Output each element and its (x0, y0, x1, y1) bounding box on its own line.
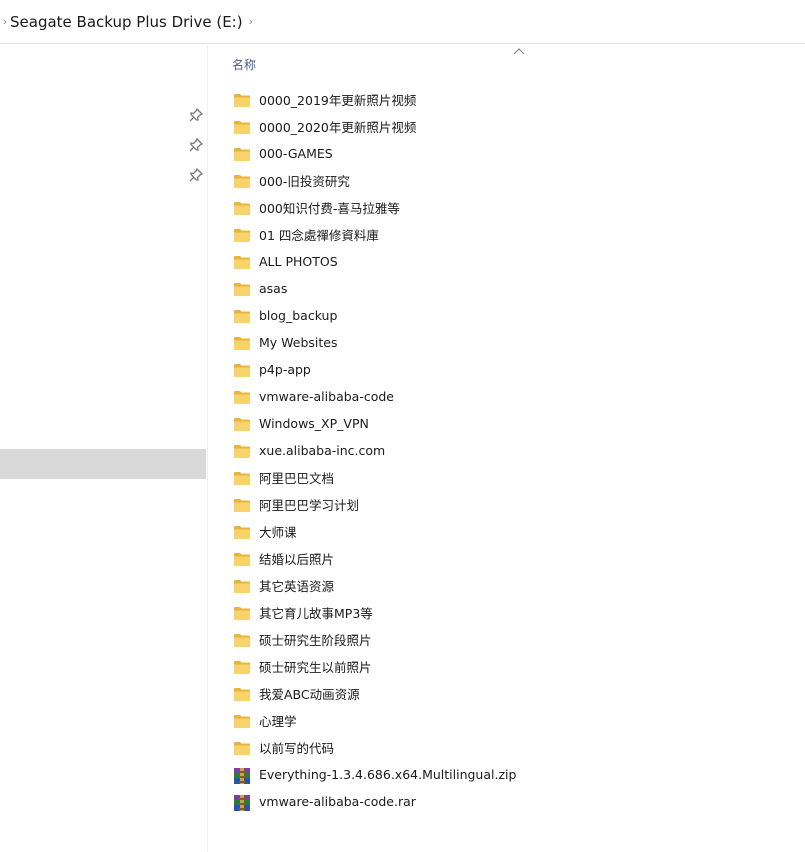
folder-icon (233, 389, 251, 405)
item-name: asas (259, 281, 288, 296)
address-bar[interactable]: › Seagate Backup Plus Drive (E:) › (0, 0, 805, 44)
folder-item[interactable]: 结婚以后照片 (233, 545, 793, 572)
item-name: 结婚以后照片 (259, 552, 335, 567)
folder-item[interactable]: asas (233, 275, 793, 302)
item-name: ALL PHOTOS (259, 254, 338, 269)
archive-file-item[interactable]: Everything-1.3.4.686.x64.Multilingual.zi… (233, 761, 793, 788)
folder-item[interactable]: 大师课 (233, 518, 793, 545)
file-list: 0000_2019年更新照片视频 0000_2020年更新照片视频 000-GAME… (233, 86, 793, 815)
item-name: 大师课 (259, 525, 297, 540)
folder-icon (233, 686, 251, 702)
folder-item[interactable]: Windows_XP_VPN (233, 410, 793, 437)
folder-item[interactable]: My Websites (233, 329, 793, 356)
column-header-name[interactable]: 名称 (232, 56, 256, 73)
file-list-pane: 名称 0000_2019年更新照片视频 0000_2020年更新照片视频 000-G… (208, 45, 805, 852)
pin-icon[interactable] (188, 137, 204, 153)
item-name: vmware-alibaba-code (259, 389, 394, 404)
sort-ascending-icon[interactable] (513, 47, 525, 55)
folder-icon (233, 524, 251, 540)
breadcrumb-chevron-icon[interactable]: › (0, 15, 10, 28)
folder-item[interactable]: 其它育儿故事MP3等 (233, 599, 793, 626)
item-name: 000知识付费-喜马拉雅等 (259, 201, 400, 216)
folder-icon (233, 416, 251, 432)
folder-icon (233, 173, 251, 189)
folder-icon (233, 632, 251, 648)
item-name: 硕士研究生阶段照片 (259, 633, 372, 648)
folder-item[interactable]: ALL PHOTOS (233, 248, 793, 275)
breadcrumb-expand-chevron-icon[interactable]: › (249, 15, 253, 28)
folder-icon (233, 119, 251, 135)
folder-icon (233, 497, 251, 513)
folder-item[interactable]: 阿里巴巴学习计划 (233, 491, 793, 518)
folder-icon (233, 551, 251, 567)
folder-icon (233, 254, 251, 270)
archive-file-item[interactable]: vmware-alibaba-code.rar (233, 788, 793, 815)
item-name: 000-GAMES (259, 146, 333, 161)
folder-icon (233, 443, 251, 459)
item-name: Windows_XP_VPN (259, 416, 369, 431)
nav-selected-item[interactable] (0, 449, 206, 479)
item-name: 其它英语资源 (259, 579, 335, 594)
item-name: 000-旧投资研究 (259, 174, 350, 189)
item-name: My Websites (259, 335, 338, 350)
item-name: p4p-app (259, 362, 311, 377)
folder-item[interactable]: 0000_2019年更新照片视频 (233, 86, 793, 113)
item-name: vmware-alibaba-code.rar (259, 794, 416, 809)
archive-icon (233, 794, 251, 811)
folder-icon (233, 659, 251, 675)
item-name: 心理学 (259, 714, 297, 729)
folder-item[interactable]: 其它英语资源 (233, 572, 793, 599)
folder-icon (233, 281, 251, 297)
folder-icon (233, 362, 251, 378)
folder-icon (233, 740, 251, 756)
folder-item[interactable]: 心理学 (233, 707, 793, 734)
folder-item[interactable]: 硕士研究生阶段照片 (233, 626, 793, 653)
folder-item[interactable]: vmware-alibaba-code (233, 383, 793, 410)
folder-icon (233, 200, 251, 216)
folder-icon (233, 92, 251, 108)
folder-item[interactable]: 阿里巴巴文档 (233, 464, 793, 491)
folder-icon (233, 227, 251, 243)
item-name: xue.alibaba-inc.com (259, 443, 386, 458)
item-name: 0000_2019年更新照片视频 (259, 93, 417, 108)
archive-icon (233, 767, 251, 784)
item-name: 01 四念處禪修資料庫 (259, 228, 379, 243)
folder-icon (233, 146, 251, 162)
pin-icon[interactable] (188, 107, 204, 123)
breadcrumb-location[interactable]: Seagate Backup Plus Drive (E:) (10, 13, 247, 31)
pin-icon[interactable] (188, 167, 204, 183)
folder-item[interactable]: 000知识付费-喜马拉雅等 (233, 194, 793, 221)
folder-item[interactable]: 我爱ABC动画资源 (233, 680, 793, 707)
folder-icon (233, 470, 251, 486)
folder-item[interactable]: 01 四念處禪修資料庫 (233, 221, 793, 248)
item-name: 0000_2020年更新照片视频 (259, 120, 417, 135)
folder-icon (233, 335, 251, 351)
folder-item[interactable]: 硕士研究生以前照片 (233, 653, 793, 680)
item-name: 其它育儿故事MP3等 (259, 606, 373, 621)
item-name: 以前写的代码 (259, 741, 335, 756)
folder-item[interactable]: blog_backup (233, 302, 793, 329)
folder-item[interactable]: 0000_2020年更新照片视频 (233, 113, 793, 140)
folder-item[interactable]: 以前写的代码 (233, 734, 793, 761)
folder-item[interactable]: 000-旧投资研究 (233, 167, 793, 194)
item-name: 阿里巴巴学习计划 (259, 498, 360, 513)
folder-item[interactable]: p4p-app (233, 356, 793, 383)
item-name: Everything-1.3.4.686.x64.Multilingual.zi… (259, 767, 517, 782)
item-name: 我爱ABC动画资源 (259, 687, 360, 702)
folder-icon (233, 308, 251, 324)
folder-icon (233, 605, 251, 621)
item-name: 阿里巴巴文档 (259, 471, 335, 486)
folder-item[interactable]: 000-GAMES (233, 140, 793, 167)
folder-icon (233, 578, 251, 594)
folder-item[interactable]: xue.alibaba-inc.com (233, 437, 793, 464)
item-name: 硕士研究生以前照片 (259, 660, 372, 675)
folder-icon (233, 713, 251, 729)
item-name: blog_backup (259, 308, 338, 323)
